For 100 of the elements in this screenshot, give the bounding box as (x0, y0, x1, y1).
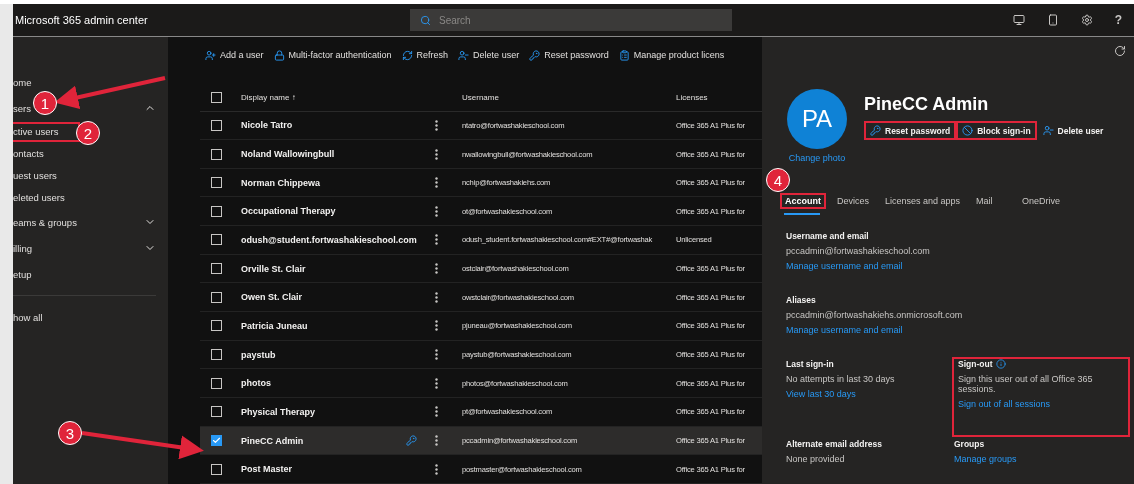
tab[interactable]: Mail (971, 193, 1012, 215)
row-checkbox[interactable] (211, 205, 222, 217)
user-name: PineCC Admin (864, 94, 990, 115)
link[interactable]: Manage groups (954, 454, 1128, 464)
block-icon (962, 125, 974, 136)
nav-item[interactable]: eams & groups (13, 216, 77, 228)
table-cell: Physical Therapy (241, 406, 316, 417)
row-checkbox[interactable] (211, 148, 222, 160)
column-header[interactable]: Licenses (676, 92, 762, 102)
nav-item[interactable]: ome (13, 76, 32, 88)
user-plus-icon (205, 49, 216, 61)
monitor-icon[interactable] (1012, 14, 1025, 26)
section-title: Aliases (786, 295, 816, 305)
nav-item[interactable]: ontacts (13, 144, 52, 164)
change-photo-link[interactable]: Change photo (788, 153, 846, 163)
refresh-icon (401, 49, 413, 61)
tab[interactable]: Devices (832, 193, 874, 215)
section-title: Username and email (786, 231, 869, 241)
refresh-icon[interactable] (1114, 45, 1126, 57)
avatar: PA (787, 89, 847, 149)
user-minus-icon (458, 49, 470, 61)
table-cell: Post Master (241, 464, 293, 475)
action-button[interactable]: Block sign-in (956, 121, 1037, 140)
app-title: Microsoft 365 admin center (15, 14, 149, 26)
table-cell: Norman Chippewa (241, 177, 320, 188)
more-options-icon[interactable] (435, 177, 438, 189)
row-checkbox[interactable] (211, 291, 222, 303)
section-text: No attempts in last 30 days (786, 374, 896, 384)
row-checkbox[interactable] (211, 320, 222, 332)
toolbar-button[interactable]: Add a user (205, 48, 264, 62)
settings-icon[interactable] (1080, 14, 1093, 26)
toolbar-button[interactable]: Delete user (458, 48, 520, 62)
toolbar-button[interactable]: Refresh (401, 48, 449, 62)
link[interactable]: Sign out of all sessions (958, 399, 1124, 409)
link[interactable]: Manage username and email (786, 325, 1128, 335)
help-button[interactable]: ? (1114, 13, 1122, 27)
nav-item[interactable]: uest users (13, 166, 65, 186)
more-options-icon[interactable] (435, 406, 438, 418)
tab[interactable]: Licenses and apps (880, 193, 966, 215)
key-icon (870, 125, 881, 136)
table-cell: odush@student.fortwashakieschool.com (241, 234, 417, 245)
nav-item[interactable]: eleted users (13, 188, 73, 208)
more-options-icon[interactable] (435, 320, 438, 332)
row-checkbox[interactable] (211, 377, 222, 389)
more-options-icon[interactable] (435, 377, 438, 389)
row-checkbox[interactable] (211, 263, 222, 275)
nav-item[interactable]: sers (13, 102, 31, 114)
key-icon (529, 49, 541, 61)
search-icon (420, 14, 431, 26)
more-options-icon[interactable] (435, 463, 438, 475)
row-checkbox[interactable] (211, 435, 222, 447)
phone-icon[interactable] (1046, 14, 1059, 26)
row-checkbox[interactable] (211, 349, 222, 361)
more-options-icon[interactable] (435, 435, 438, 447)
link[interactable]: Manage username and email (786, 261, 1128, 271)
key-icon[interactable] (406, 435, 417, 447)
table-cell: photos (241, 378, 271, 389)
more-options-icon[interactable] (435, 263, 438, 275)
row-checkbox[interactable] (211, 406, 222, 418)
section-title: Groups (954, 439, 985, 449)
section-text: pccadmin@fortwashakiehs.onmicrosoft.com (786, 310, 964, 320)
table-cell: Patricia Juneau (241, 320, 308, 331)
table-cell: Occupational Therapy (241, 206, 336, 217)
column-header[interactable]: Username (462, 92, 676, 102)
toolbar-button[interactable]: Reset password (529, 48, 609, 62)
more-options-icon[interactable] (435, 234, 438, 246)
table-cell: paystub (241, 349, 276, 360)
section-text: pccadmin@fortwashakieschool.com (786, 246, 931, 256)
toolbar-button[interactable]: Manage product licens (618, 48, 725, 62)
table-cell: Nicole Tatro (241, 120, 293, 131)
table-cell: Orville St. Clair (241, 263, 306, 274)
toolbar-button[interactable]: Multi-factor authentication (273, 48, 392, 62)
more-options-icon[interactable] (435, 205, 438, 217)
nav-item[interactable]: illing (13, 242, 32, 254)
nav-item[interactable]: etup (13, 268, 32, 280)
more-options-icon[interactable] (435, 148, 438, 160)
info-icon[interactable] (996, 359, 1007, 369)
action-button[interactable]: Reset password (864, 121, 957, 140)
nav-item[interactable]: how all (13, 311, 43, 323)
row-checkbox[interactable] (211, 119, 222, 131)
more-options-icon[interactable] (435, 119, 438, 131)
row-checkbox[interactable] (211, 177, 222, 189)
section-text: Sign this user out of all Office 365 sessions. (958, 374, 1094, 394)
table-cell: PineCC Admin (241, 435, 304, 446)
link[interactable]: View last 30 days (786, 389, 950, 399)
section-title: Alternate email address (786, 439, 882, 449)
lock-icon (273, 49, 285, 61)
column-header[interactable]: Display name ↑ (241, 92, 429, 102)
section-title: Last sign-in (786, 359, 834, 369)
more-options-icon[interactable] (435, 291, 438, 303)
section-text: None provided (786, 454, 846, 464)
row-checkbox[interactable] (211, 463, 222, 475)
table-cell: Owen St. Clair (241, 292, 302, 303)
tab[interactable]: OneDrive (1017, 193, 1066, 215)
select-all-checkbox[interactable] (211, 91, 222, 103)
table-cell: Noland Wallowingbull (241, 149, 335, 159)
row-checkbox[interactable] (211, 234, 222, 246)
action-button[interactable]: Delete user (1036, 121, 1110, 140)
clipboard-icon (618, 49, 630, 61)
more-options-icon[interactable] (435, 349, 438, 361)
